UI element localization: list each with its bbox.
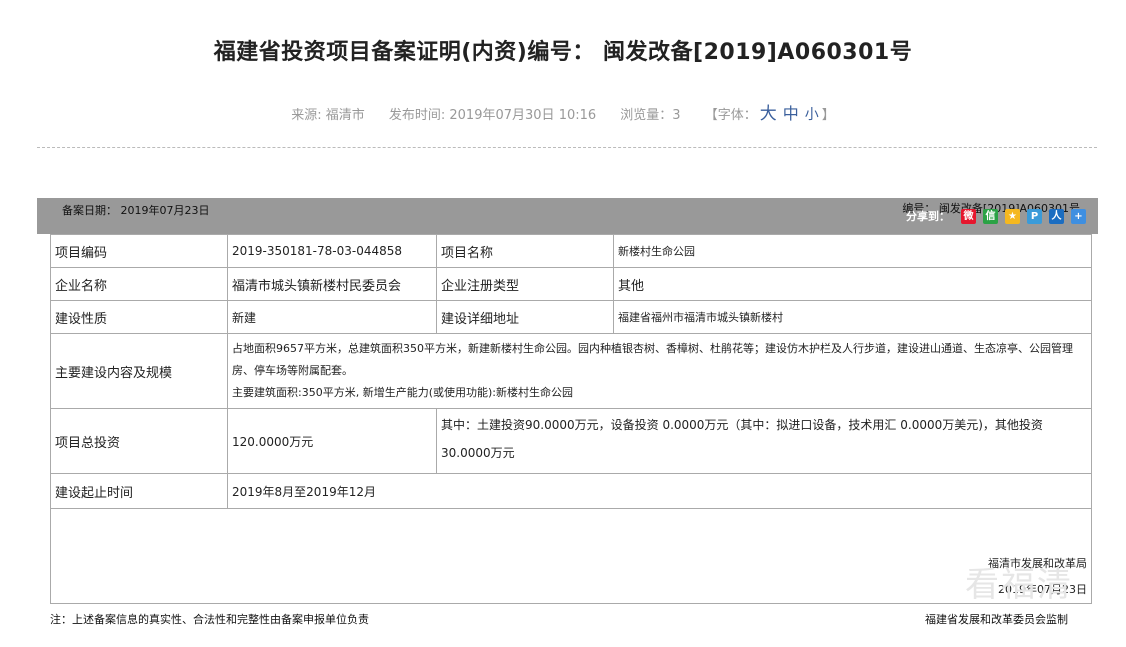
project-code: 2019-350181-78-03-044858 <box>227 234 437 268</box>
font-big-link[interactable]: 大 <box>760 104 777 124</box>
reg-type: 其他 <box>613 267 1092 301</box>
wechat-icon[interactable]: 信 <box>983 208 998 224</box>
font-small-link[interactable]: 小 <box>805 107 819 123</box>
font-mid-link[interactable]: 中 <box>783 104 799 123</box>
table-row: 项目编码 2019-350181-78-03-044858 项目名称 新楼村生命… <box>50 234 1092 268</box>
record-date: 备案日期： 2019年07月23日 <box>62 204 210 217</box>
article-meta: 来源: 福清市 发布时间: 2019年07月30日 10:16 浏览量：3 【字… <box>0 99 1126 124</box>
table-row: 福清市发展和改革局 2019年07月23日 <box>50 508 1092 604</box>
source-text: 来源: 福清市 <box>291 108 365 123</box>
company: 福清市城头镇新楼村民委员会 <box>227 267 437 301</box>
renren-icon[interactable]: 人 <box>1049 208 1064 224</box>
qzone-icon[interactable]: ★ <box>1005 208 1020 224</box>
content-label: 主要建设内容及规模 <box>50 333 228 409</box>
table-row: 项目总投资 120.0000万元 其中：土建投资90.0000万元，设备投资 0… <box>50 408 1092 474</box>
table-row: 建设性质 新建 建设详细地址 福建省福州市福清市城头镇新楼村 <box>50 300 1092 334</box>
content-line-1: 占地面积9657平方米，总建筑面积350平方米，新建新楼村生命公园。园内种植银杏… <box>232 342 1073 377</box>
investment-label: 项目总投资 <box>50 408 228 474</box>
issue-date: 2019年07月23日 <box>998 583 1087 596</box>
font-size-switcher: 【字体：大中小】 <box>704 104 835 124</box>
nature-label: 建设性质 <box>50 300 228 334</box>
table-row: 企业名称 福清市城头镇新楼村民委员会 企业注册类型 其他 <box>50 267 1092 301</box>
period: 2019年8月至2019年12月 <box>227 473 1092 509</box>
address-label: 建设详细地址 <box>436 300 614 334</box>
tencent-weibo-icon[interactable]: P <box>1027 208 1042 224</box>
record-header-bar: 备案日期： 2019年07月23日 编号： 闽发改备[2019]A060301号… <box>37 198 1098 234</box>
watermark-logo: 看福清 <box>965 565 1073 605</box>
dashed-divider <box>37 147 1097 148</box>
table-row: 建设起止时间 2019年8月至2019年12月 <box>50 473 1092 509</box>
project-code-label: 项目编码 <box>50 234 228 268</box>
view-count: 浏览量：3 <box>620 108 681 123</box>
investment: 120.0000万元 <box>227 408 437 474</box>
investment-detail: 其中：土建投资90.0000万元，设备投资 0.0000万元（其中：拟进口设备，… <box>436 408 1092 474</box>
weibo-icon[interactable]: 微 <box>961 208 976 224</box>
nature: 新建 <box>227 300 437 334</box>
reg-type-label: 企业注册类型 <box>436 267 614 301</box>
publish-time: 发布时间: 2019年07月30日 10:16 <box>388 108 597 123</box>
period-label: 建设起止时间 <box>50 473 228 509</box>
font-label-open: 【字体： <box>704 108 757 123</box>
table-row: 主要建设内容及规模 占地面积9657平方米，总建筑面积350平方米，新建新楼村生… <box>50 333 1092 409</box>
issuer: 福清市发展和改革局 <box>988 557 1087 570</box>
share-bar: 分享到： 微 信 ★ P 人 + <box>906 208 1086 224</box>
address: 福建省福州市福清市城头镇新楼村 <box>613 300 1092 334</box>
supervisor-text: 福建省发展和改革委员会监制 <box>925 613 1068 626</box>
record-table: 项目编码 2019-350181-78-03-044858 项目名称 新楼村生命… <box>50 234 1092 604</box>
more-icon[interactable]: + <box>1071 208 1086 224</box>
issuer-cell: 福清市发展和改革局 2019年07月23日 <box>50 508 1092 604</box>
content-line-2: 主要建筑面积:350平方米, 新增生产能力(或使用功能):新楼村生命公园 <box>232 386 573 399</box>
page-title: 福建省投资项目备案证明(内资)编号： 闽发改备[2019]A060301号 <box>213 40 913 65</box>
project-name: 新楼村生命公园 <box>613 234 1092 268</box>
share-label: 分享到： <box>906 210 950 223</box>
project-name-label: 项目名称 <box>436 234 614 268</box>
font-label-close: 】 <box>821 108 835 123</box>
content-cell: 占地面积9657平方米，总建筑面积350平方米，新建新楼村生命公园。园内种植银杏… <box>227 333 1092 409</box>
company-label: 企业名称 <box>50 267 228 301</box>
footer-note: 注：上述备案信息的真实性、合法性和完整性由备案申报单位负责 <box>50 613 369 626</box>
